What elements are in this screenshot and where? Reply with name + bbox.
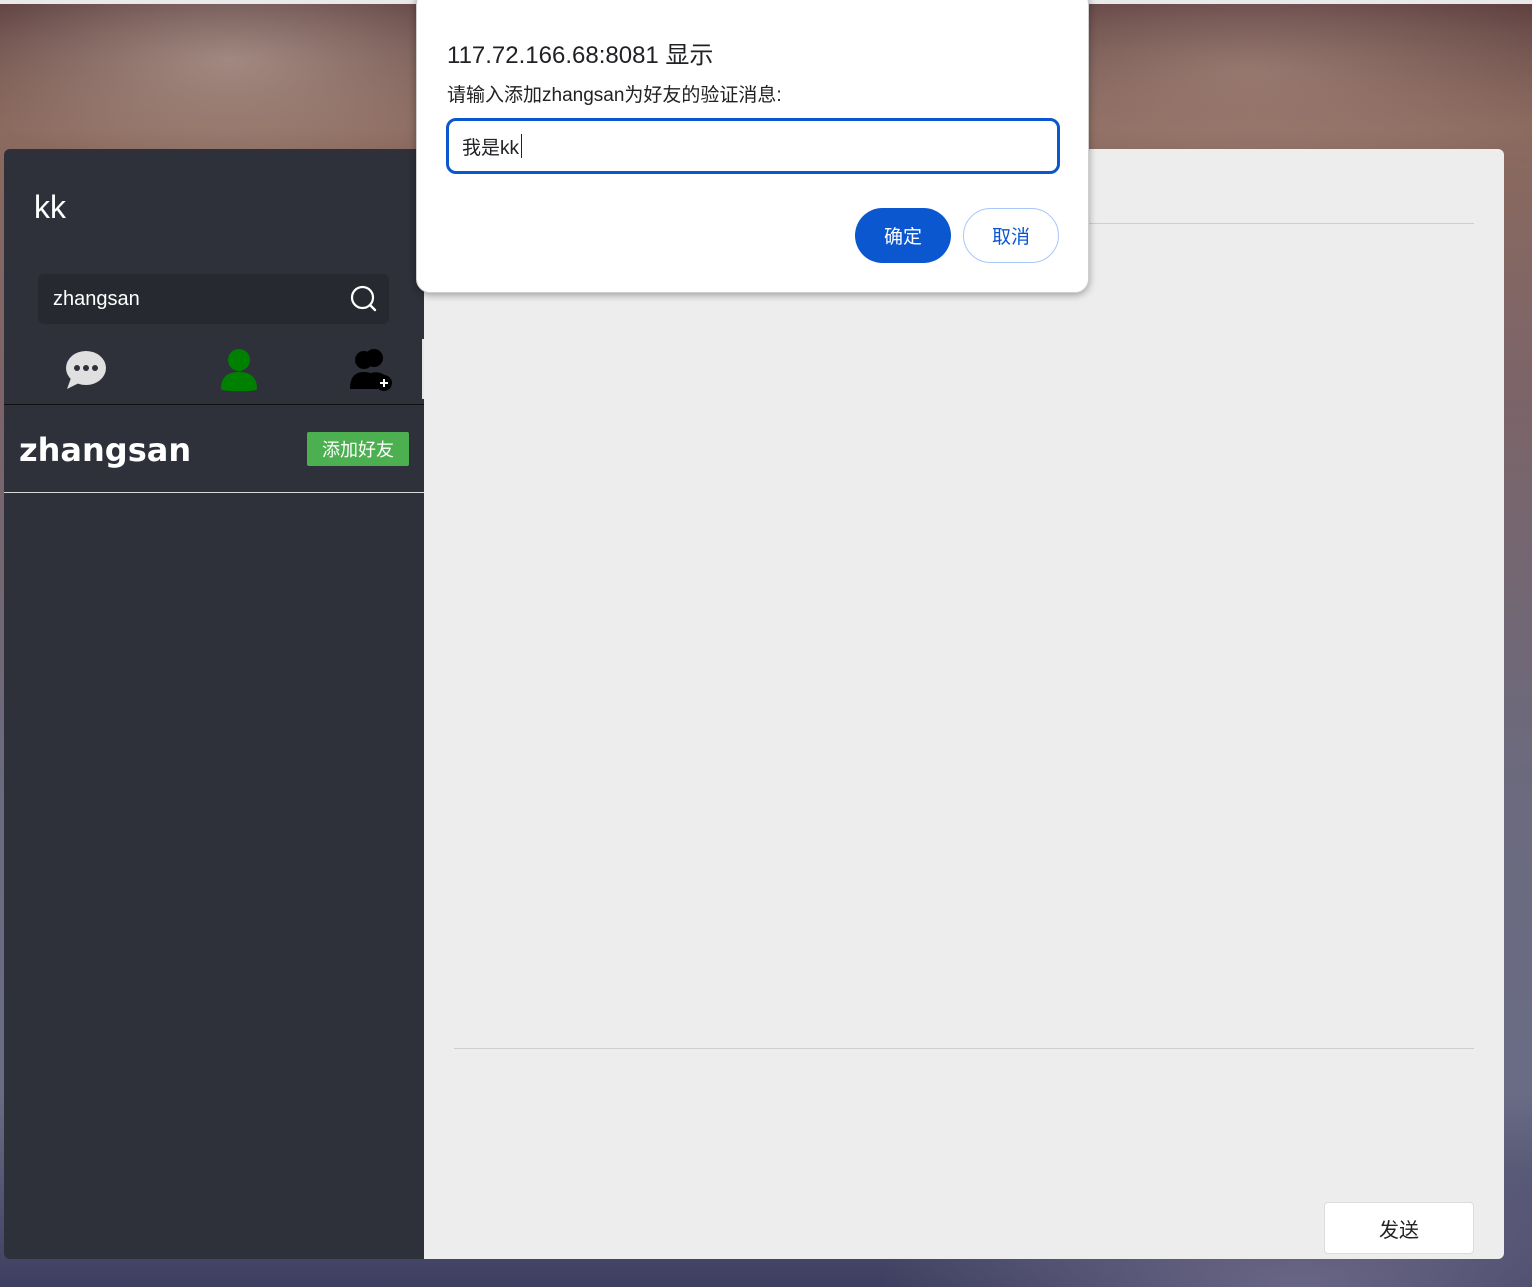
- tab-chats[interactable]: [61, 345, 111, 395]
- cancel-button[interactable]: 取消: [963, 208, 1059, 263]
- chat-app: kk zhangsan zhangsan 添加好友 发送: [4, 149, 1504, 1259]
- dialog-title: 117.72.166.68:8081 显示: [447, 42, 714, 69]
- add-friend-icon: [350, 349, 392, 391]
- dialog-input-value: 我是kk: [462, 137, 520, 159]
- search-result-item: zhangsan 添加好友: [4, 405, 424, 493]
- search-button[interactable]: [338, 274, 389, 324]
- dialog-input-field[interactable]: 我是kk: [446, 118, 1060, 174]
- chat-bubble-icon: [66, 351, 106, 389]
- add-friend-button[interactable]: 添加好友: [307, 432, 409, 466]
- nav-tabs: [4, 339, 424, 403]
- search-field[interactable]: zhangsan: [38, 274, 338, 324]
- chat-panel: 发送: [424, 149, 1504, 1259]
- tab-add-friend[interactable]: [346, 345, 396, 395]
- ok-button[interactable]: 确定: [855, 208, 951, 263]
- text-caret: [521, 134, 523, 158]
- prompt-dialog: 117.72.166.68:8081 显示 请输入添加zhangsan为好友的验…: [416, 0, 1089, 293]
- send-button[interactable]: 发送: [1324, 1202, 1474, 1254]
- search-icon: [350, 285, 376, 312]
- current-username: kk: [34, 189, 66, 225]
- message-input-divider: [454, 1048, 1474, 1049]
- result-username: zhangsan: [19, 431, 192, 469]
- dialog-message: 请输入添加zhangsan为好友的验证消息:: [447, 85, 782, 106]
- contacts-person-icon: [221, 349, 257, 392]
- search-input[interactable]: zhangsan: [38, 274, 338, 324]
- sidebar: kk zhangsan zhangsan 添加好友: [4, 149, 424, 1259]
- tab-contacts[interactable]: [214, 345, 264, 395]
